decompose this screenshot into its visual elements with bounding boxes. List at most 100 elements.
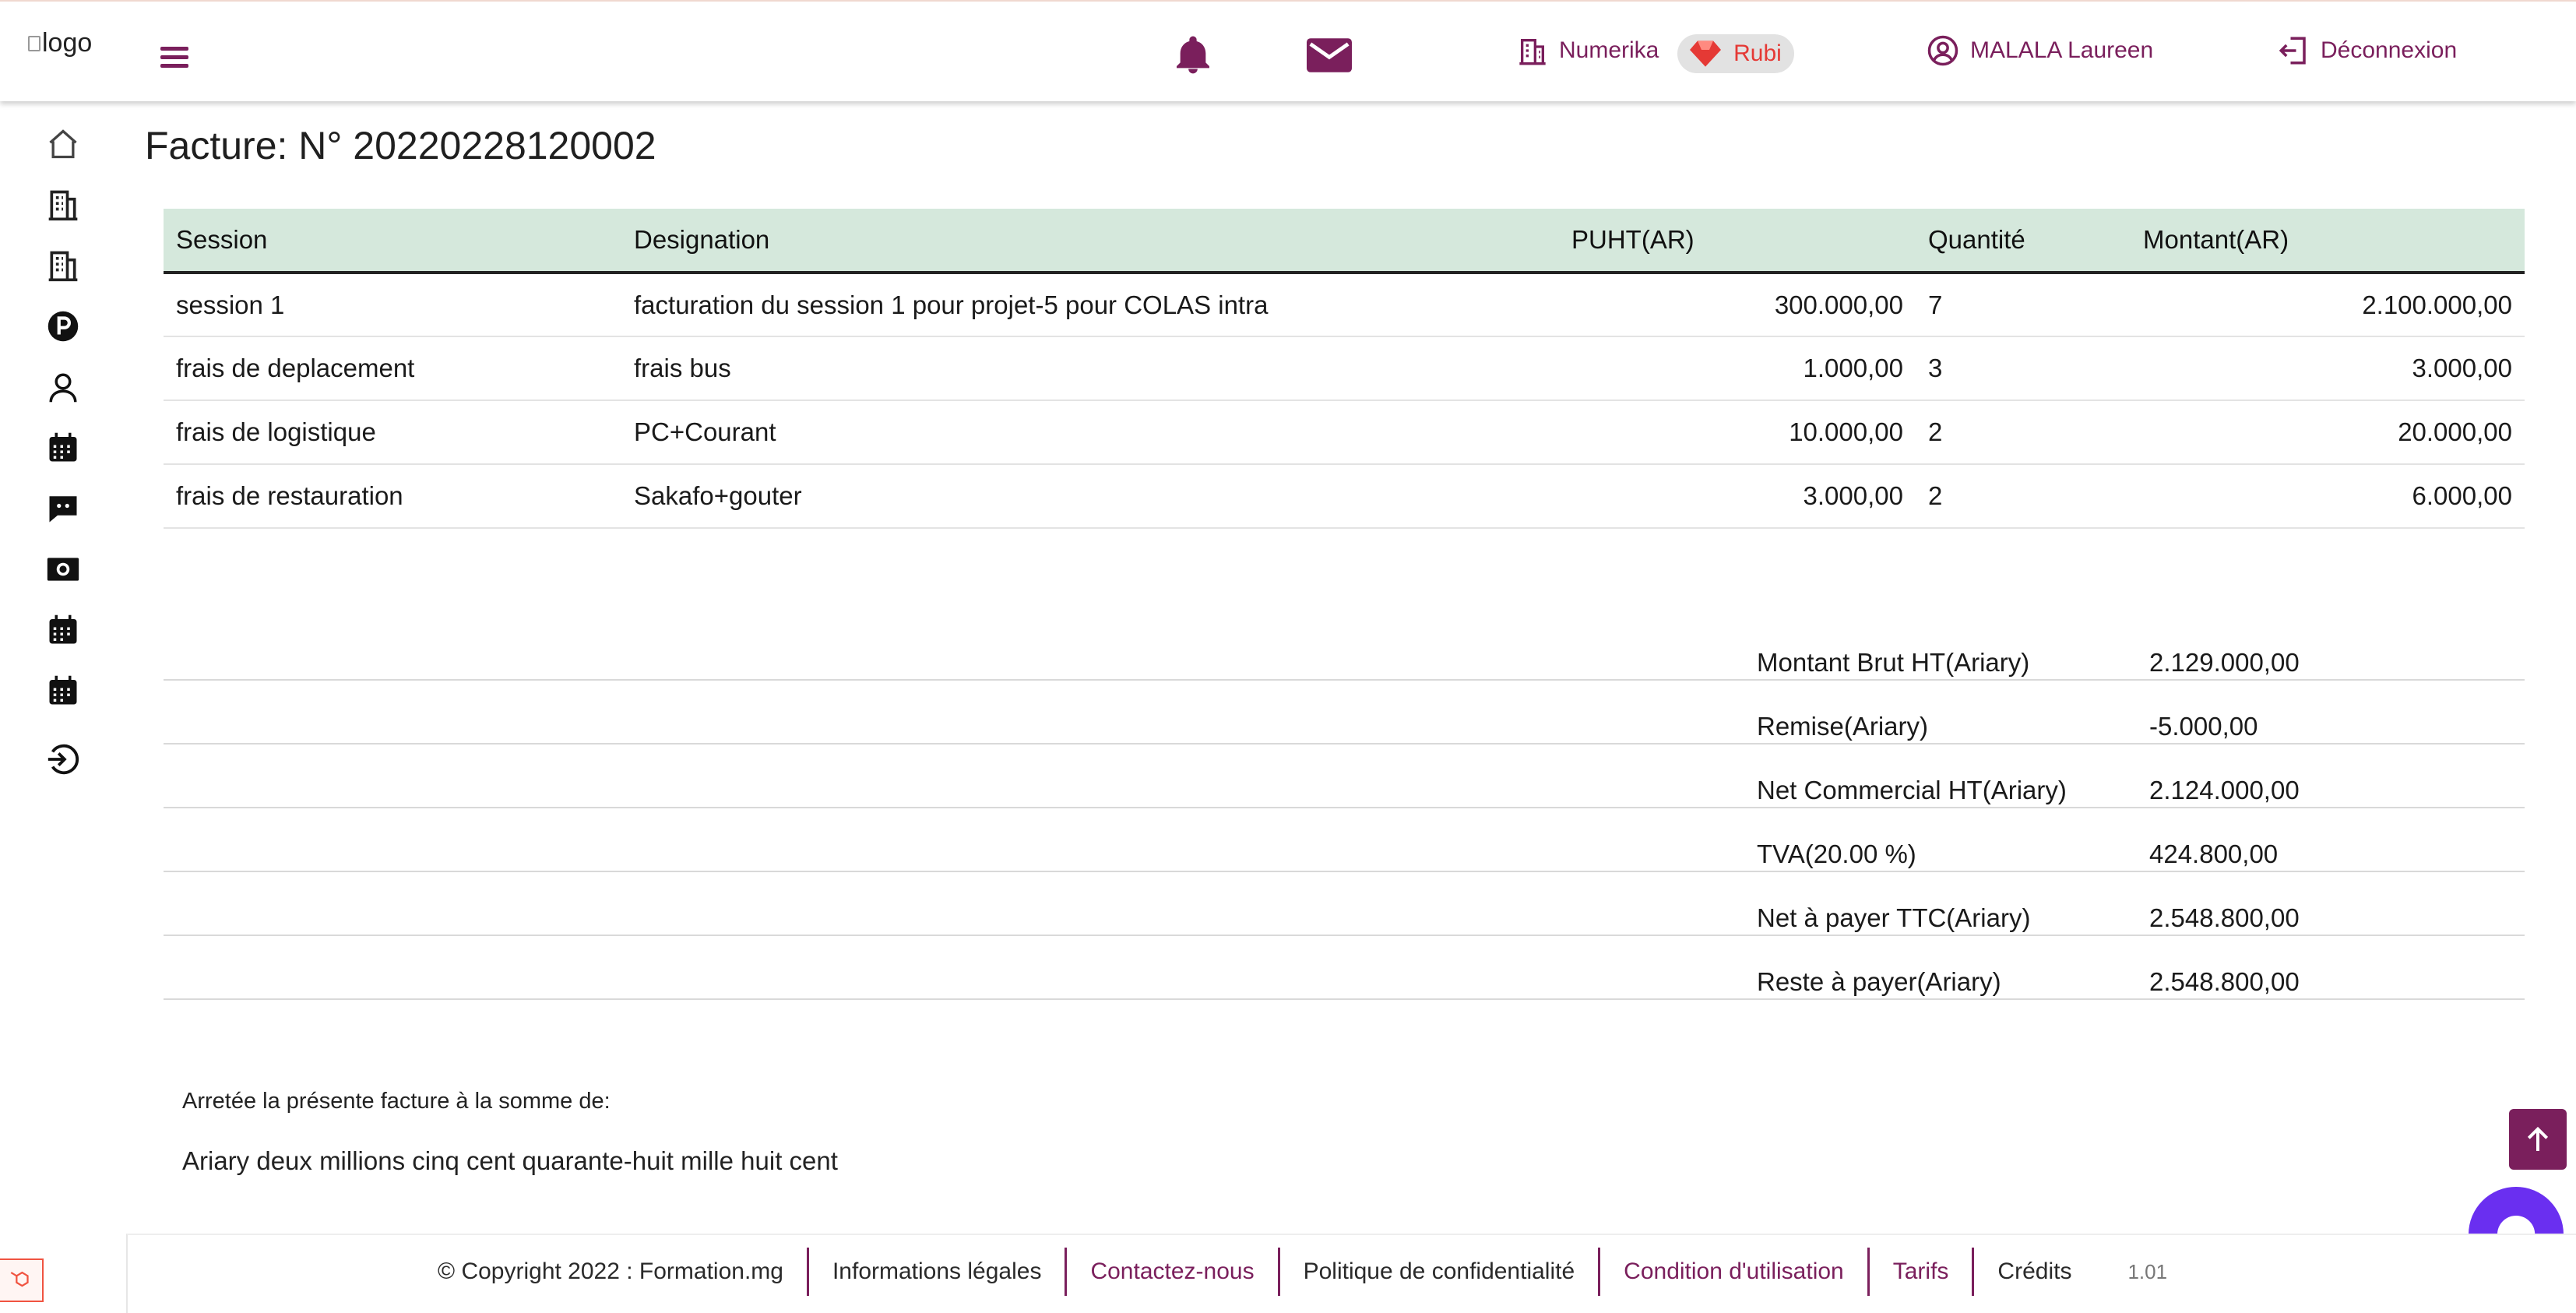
- cell-designation: PC+Courant: [621, 400, 1469, 465]
- column-header: Quantité: [1916, 209, 2131, 274]
- amount-words-text: Ariary deux millions cinq cent quarante-…: [182, 1146, 838, 1175]
- hamburger-bar: [160, 55, 188, 59]
- user-icon: [49, 373, 77, 403]
- footer-contact-link[interactable]: Contactez-nous: [1067, 1248, 1280, 1296]
- cell-amount: 6.000,00: [2131, 464, 2525, 529]
- table-row: session 1 facturation du session 1 pour …: [164, 273, 2525, 337]
- sidebar-item-users[interactable]: [44, 368, 83, 407]
- menu-toggle-button[interactable]: [160, 47, 188, 69]
- total-label: Reste à payer(Ariary): [1757, 967, 2001, 996]
- app-version: 1.01: [2127, 1259, 2168, 1283]
- calendar-icon: [49, 614, 77, 644]
- gem-icon: [1690, 40, 1722, 67]
- cell-designation: frais bus: [621, 336, 1469, 401]
- plan-badge[interactable]: Rubi: [1677, 34, 1794, 73]
- column-header: Session: [164, 209, 621, 274]
- column-header: PUHT(AR): [1469, 209, 1916, 274]
- logo[interactable]: logo: [28, 28, 92, 58]
- footer-copyright: © Copyright 2022 : Formation.mg: [414, 1248, 809, 1296]
- user-circle-icon: [1927, 35, 1958, 66]
- table-row: frais de restauration Sakafo+gouter 3.00…: [164, 464, 2525, 529]
- footer-terms-link[interactable]: Condition d'utilisation: [1600, 1248, 1870, 1296]
- footer-privacy-link[interactable]: Politique de confidentialité: [1280, 1248, 1601, 1296]
- page-title: Facture: N° 20220228120002: [145, 124, 656, 167]
- total-value: 2.548.800,00: [2149, 967, 2300, 996]
- footer-credits-link[interactable]: Crédits: [1974, 1248, 2095, 1296]
- chat-icon: [49, 496, 77, 523]
- top-bar: logo Numerika Rubi MALALA Laureen Déconn…: [0, 0, 2576, 101]
- calendar-icon: [49, 675, 77, 705]
- total-row: Net à payer TTC(Ariary) 2.548.800,00: [164, 872, 2525, 936]
- total-label: TVA(20.00 %): [1757, 840, 1916, 868]
- totals-section: Montant Brut HT(Ariary) 2.129.000,00 Rem…: [164, 631, 2525, 1000]
- column-header: Designation: [621, 209, 1469, 274]
- company-name: Numerika: [1559, 37, 1659, 63]
- total-label: Montant Brut HT(Ariary): [1757, 648, 2030, 677]
- footer-links: © Copyright 2022 : Formation.mg Informat…: [414, 1248, 2167, 1296]
- total-value: 424.800,00: [2149, 840, 2279, 868]
- total-row: Net Commercial HT(Ariary) 2.124.000,00: [164, 745, 2525, 808]
- sidebar-item-home[interactable]: [44, 125, 83, 164]
- cell-session: frais de deplacement: [164, 336, 621, 401]
- cell-session: frais de restauration: [164, 464, 621, 529]
- sidebar: [0, 103, 107, 1302]
- total-value: 2.548.800,00: [2149, 903, 2300, 932]
- table-row: frais de deplacement frais bus 1.000,00 …: [164, 336, 2525, 401]
- sidebar-item-calendar-3[interactable]: [44, 671, 83, 710]
- logout-icon: [48, 744, 79, 775]
- sidebar-item-building-2[interactable]: [44, 246, 83, 285]
- sidebar-item-parking[interactable]: [44, 307, 83, 346]
- user-name: MALALA Laureen: [1970, 37, 2154, 63]
- calendar-icon: [49, 432, 77, 462]
- broken-image-icon: [28, 35, 40, 51]
- total-value: -5.000,00: [2149, 712, 2258, 741]
- cell-designation: Sakafo+gouter: [621, 464, 1469, 529]
- total-row: Reste à payer(Ariary) 2.548.800,00: [164, 936, 2525, 1000]
- invoice-table: Session Designation PUHT(AR) Quantité Mo…: [164, 209, 2525, 529]
- total-row: TVA(20.00 %) 424.800,00: [164, 808, 2525, 872]
- footer: © Copyright 2022 : Formation.mg Informat…: [126, 1234, 2576, 1313]
- laravel-debug-icon[interactable]: [0, 1258, 44, 1302]
- hamburger-bar: [160, 47, 188, 51]
- cell-puht: 10.000,00: [1469, 400, 1916, 465]
- notification-bell-icon[interactable]: [1171, 33, 1215, 82]
- logout-label: Déconnexion: [2321, 37, 2458, 63]
- cell-puht: 3.000,00: [1469, 464, 1916, 529]
- mail-icon[interactable]: [1307, 37, 1352, 77]
- money-icon: [47, 558, 79, 581]
- sidebar-item-messages[interactable]: [44, 489, 83, 528]
- plan-badge-label: Rubi: [1733, 40, 1782, 66]
- sidebar-item-calendar-2[interactable]: [44, 611, 83, 649]
- total-label: Net à payer TTC(Ariary): [1757, 903, 2031, 932]
- sidebar-item-logout[interactable]: [44, 740, 83, 779]
- column-header: Montant(AR): [2131, 209, 2525, 274]
- cell-puht: 1.000,00: [1469, 336, 1916, 401]
- cell-session: frais de logistique: [164, 400, 621, 465]
- footer-pricing-link[interactable]: Tarifs: [1870, 1248, 1975, 1296]
- sidebar-item-payments[interactable]: [44, 550, 83, 589]
- footer-legal-link[interactable]: Informations légales: [809, 1248, 1068, 1296]
- cell-session: session 1: [164, 273, 621, 337]
- arrow-up-icon: [2527, 1126, 2549, 1151]
- cell-puht: 300.000,00: [1469, 273, 1916, 337]
- parking-icon: [48, 311, 79, 342]
- cell-quantity: 2: [1916, 400, 2131, 465]
- amount-words-label: Arretée la présente facture à la somme d…: [182, 1089, 611, 1114]
- scroll-to-top-button[interactable]: [2509, 1109, 2567, 1170]
- cell-quantity: 3: [1916, 336, 2131, 401]
- user-profile-link[interactable]: MALALA Laureen: [1927, 34, 2153, 67]
- cell-amount: 3.000,00: [2131, 336, 2525, 401]
- logo-alt-text: logo: [42, 28, 93, 58]
- table-row: frais de logistique PC+Courant 10.000,00…: [164, 400, 2525, 465]
- sidebar-item-building[interactable]: [44, 185, 83, 224]
- building-icon: [48, 190, 78, 221]
- cell-amount: 20.000,00: [2131, 400, 2525, 465]
- total-row: Montant Brut HT(Ariary) 2.129.000,00: [164, 631, 2525, 681]
- sidebar-item-calendar[interactable]: [44, 428, 83, 467]
- cell-amount: 2.100.000,00: [2131, 273, 2525, 337]
- logout-link[interactable]: Déconnexion: [2277, 34, 2457, 67]
- company-link[interactable]: Numerika: [1517, 34, 1659, 67]
- table-header-row: Session Designation PUHT(AR) Quantité Mo…: [164, 209, 2525, 274]
- cell-designation: facturation du session 1 pour projet-5 p…: [621, 273, 1469, 337]
- total-label: Remise(Ariary): [1757, 712, 1929, 741]
